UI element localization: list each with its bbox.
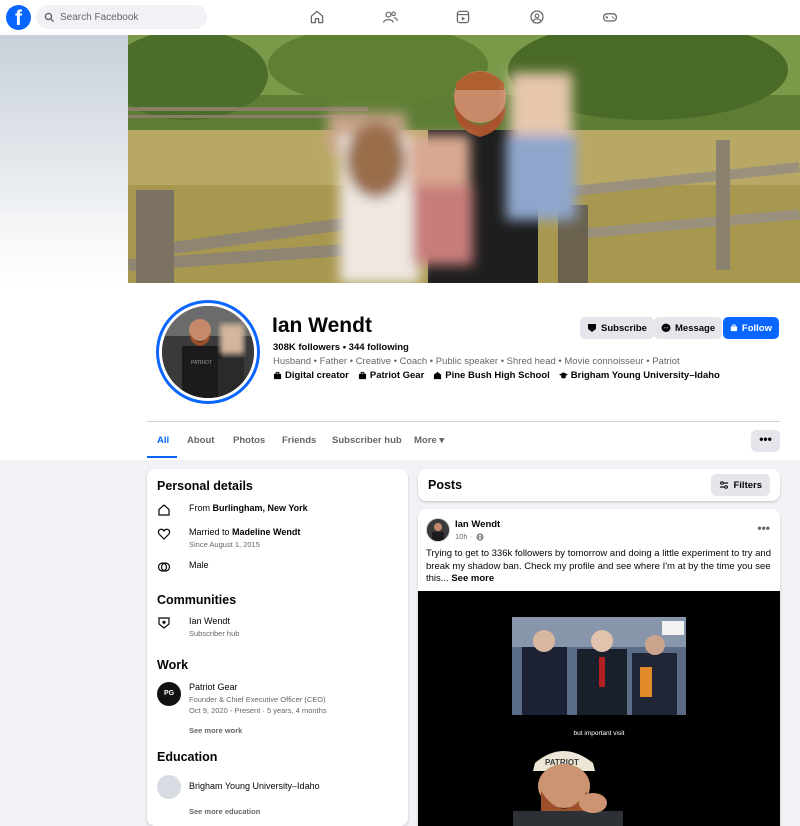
top-navbar: f <box>0 0 800 35</box>
profile-facts: Digital creator Patriot Gear Pine Bush H… <box>273 370 720 381</box>
header-fade <box>0 35 128 215</box>
detail-relationship: Married to Madeline Wendt Since August 1… <box>157 526 300 550</box>
tab-photos[interactable]: Photos <box>233 435 265 446</box>
tabs-divider <box>147 421 780 422</box>
hometown-link[interactable]: Burlingham, New York <box>213 503 308 513</box>
profile-more-button[interactable]: ••• <box>751 430 780 452</box>
graduation-cap-icon <box>558 372 568 379</box>
tab-more[interactable]: More ▾ <box>414 435 444 446</box>
messenger-icon <box>661 323 671 332</box>
fact-university[interactable]: Brigham Young University–Idaho <box>558 370 720 381</box>
gender-icon <box>157 562 171 572</box>
message-button[interactable]: Message <box>654 317 723 339</box>
tab-friends[interactable]: Friends <box>282 435 316 446</box>
fact-high-school[interactable]: Pine Bush High School <box>433 370 550 381</box>
profile-name: Ian Wendt <box>272 314 372 337</box>
facebook-logo[interactable]: f <box>6 5 31 30</box>
personal-details-title: Personal details <box>157 479 253 493</box>
communities-title: Communities <box>157 593 237 607</box>
search-input[interactable] <box>60 11 200 23</box>
cover-photo[interactable] <box>128 35 800 283</box>
chevron-down-icon: ▾ <box>439 435 445 446</box>
fact-patriot-gear[interactable]: Patriot Gear <box>358 370 424 381</box>
filter-icon <box>720 481 729 489</box>
detail-gender: Male <box>157 559 209 574</box>
globe-icon <box>476 532 484 541</box>
video-news-clip <box>512 617 686 715</box>
active-tab-indicator <box>147 456 177 458</box>
see-more-work-link[interactable]: See more work <box>189 726 242 735</box>
school-link[interactable]: Brigham Young University–Idaho <box>189 781 320 791</box>
profile-bio: Husband • Father • Creative • Coach • Pu… <box>273 356 680 367</box>
follow-stats: 308K followers • 344 following <box>273 342 409 353</box>
spouse-link[interactable]: Madeline Wendt <box>232 527 300 537</box>
video-speaker: PATRIOT <box>513 741 623 826</box>
posts-header: Posts Filters <box>418 469 780 501</box>
post-text: Trying to get to 336k followers by tomor… <box>426 548 771 584</box>
tab-subscriber-hub[interactable]: Subscriber hub <box>332 435 402 446</box>
posts-title: Posts <box>428 478 463 492</box>
tab-about[interactable]: About <box>187 435 214 446</box>
search-icon <box>44 12 55 22</box>
home-icon[interactable] <box>306 6 328 28</box>
see-more-education-link[interactable]: See more education <box>189 807 260 816</box>
work-title: Work <box>157 658 189 672</box>
relationship-since: Since August 1, 2015 <box>189 540 260 549</box>
post-author-avatar[interactable] <box>426 518 450 542</box>
gaming-icon[interactable] <box>599 6 621 28</box>
avatar-image: PATRIOT <box>162 306 254 398</box>
tab-all[interactable]: All <box>157 435 169 446</box>
post-author-name[interactable]: Ian Wendt <box>455 519 500 530</box>
education-title: Education <box>157 750 218 764</box>
see-more-link[interactable]: See more <box>451 573 494 584</box>
briefcase-icon <box>273 371 282 380</box>
post-video[interactable]: but important visit PATRIOT <box>418 591 780 826</box>
school-icon <box>434 371 442 380</box>
home-icon <box>158 504 170 516</box>
cover-photo-image <box>128 35 800 283</box>
post-card: Ian Wendt 10h · ••• Trying to get to 336… <box>418 509 780 826</box>
subscribe-icon <box>588 324 596 332</box>
followers-count[interactable]: 308K followers <box>273 342 340 353</box>
follow-button[interactable]: Follow <box>723 317 779 339</box>
fact-digital-creator: Digital creator <box>273 370 349 381</box>
patriot-gear-logo: PG <box>157 682 181 706</box>
following-count[interactable]: 344 following <box>349 342 409 353</box>
svg-text:PATRIOT: PATRIOT <box>191 360 212 366</box>
video-icon[interactable] <box>452 6 474 28</box>
subscribe-button[interactable]: Subscribe <box>580 317 654 339</box>
community-item[interactable]: Ian Wendt Subscriber hub <box>157 615 239 639</box>
education-item: Brigham Young University–Idaho <box>157 774 320 799</box>
profile-avatar[interactable]: PATRIOT <box>156 300 260 404</box>
search-box[interactable] <box>36 5 207 29</box>
work-company[interactable]: Patriot Gear <box>189 681 327 694</box>
subscriber-hub-icon <box>158 617 170 629</box>
briefcase-icon <box>358 371 366 380</box>
detail-hometown: From Burlingham, New York <box>157 502 308 517</box>
intro-card: Personal details From Burlingham, New Yo… <box>147 469 408 826</box>
groups-icon[interactable] <box>526 6 548 28</box>
post-options-button[interactable]: ••• <box>757 521 770 535</box>
friends-icon[interactable] <box>379 6 401 28</box>
video-caption: but important visit <box>573 730 625 737</box>
work-item: PG Patriot Gear Founder & Chief Executiv… <box>157 681 327 716</box>
filters-button[interactable]: Filters <box>711 474 770 496</box>
follow-icon <box>730 324 738 332</box>
post-timestamp[interactable]: 10h · <box>455 532 484 541</box>
relationship-icon <box>157 528 171 540</box>
school-avatar <box>157 775 181 799</box>
